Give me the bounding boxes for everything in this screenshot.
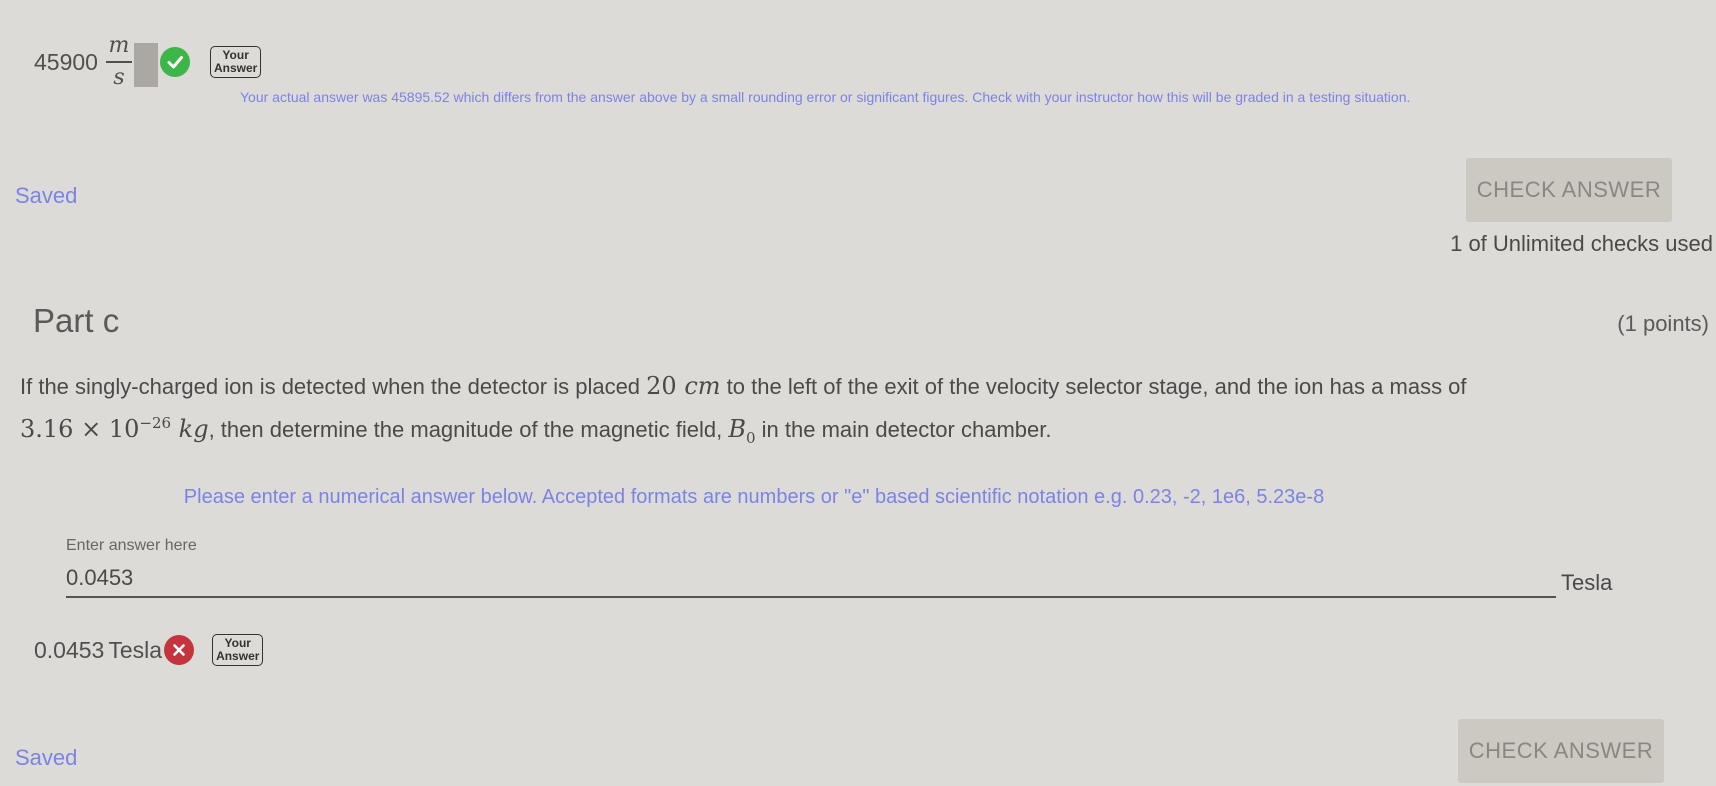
- badge-line2: Answer: [213, 61, 258, 75]
- math-input-cursor: [133, 43, 158, 87]
- x-circle-icon: [164, 635, 195, 665]
- field-symbol: B: [728, 415, 746, 443]
- part-c-title: Part c: [33, 302, 120, 339]
- mass-base: 10: [108, 415, 140, 443]
- rounding-note: Your actual answer was 45895.52 which di…: [240, 89, 1411, 105]
- field-math: B0: [728, 415, 755, 447]
- answer-input[interactable]: [66, 560, 1556, 598]
- mass-times: ×: [81, 415, 102, 443]
- mass-math: 3.16 × 10−26 kg: [20, 414, 209, 443]
- field-subscript: 0: [745, 428, 756, 447]
- partc-saved-status: Saved: [15, 745, 78, 770]
- partb-saved-status: Saved: [15, 183, 78, 208]
- badge-line1: Your: [224, 636, 251, 650]
- checks-used-counter: 1 of Unlimited checks used: [1450, 231, 1713, 256]
- answer-format-hint: Please enter a numerical answer below. A…: [183, 486, 1325, 508]
- cutoff-text: [240, 0, 1640, 2]
- question-text-1: If the singly-charged ion is detected wh…: [20, 374, 647, 399]
- mass-unit: kg: [178, 415, 209, 443]
- unit-numerator: m: [108, 33, 130, 59]
- partc-answer-row: 0.0453 Tesla Your Answer: [34, 630, 264, 670]
- unit-denominator: s: [113, 64, 125, 90]
- partc-submitted-value: 0.0453: [34, 636, 105, 663]
- your-answer-badge[interactable]: Your Answer: [209, 46, 262, 78]
- question-text-2: to the left of the exit of the velocity …: [720, 374, 1467, 399]
- check-circle-icon: [159, 47, 190, 77]
- answer-unit-label: Tesla: [1561, 570, 1613, 595]
- your-answer-badge[interactable]: Your Answer: [212, 634, 264, 666]
- badge-line1: Your: [222, 48, 249, 62]
- answer-input-label: Enter answer here: [66, 537, 197, 554]
- partb-unit-fraction: m s: [105, 33, 132, 90]
- mass-mantissa: 3.16: [20, 415, 74, 443]
- page: 45900 m s Your Answer Your actual answer…: [0, 0, 1716, 786]
- mass-exponent: −26: [139, 414, 172, 432]
- distance-unit: cm: [684, 372, 721, 400]
- question-text-3: , then determine the magnitude of the ma…: [208, 417, 729, 442]
- partc-check-answer-button[interactable]: CHECK ANSWER: [1458, 719, 1664, 783]
- distance-math: 20 cm: [646, 372, 720, 400]
- partb-check-answer-button[interactable]: CHECK ANSWER: [1466, 158, 1672, 222]
- partb-answer-row: 45900 m s Your Answer: [34, 30, 262, 94]
- partb-answer-value: 45900: [34, 48, 98, 75]
- distance-value: 20: [646, 372, 677, 400]
- partc-submitted-unit: Tesla: [108, 636, 163, 663]
- badge-line2: Answer: [216, 649, 260, 663]
- part-c-question: If the singly-charged ion is detected wh…: [20, 368, 1660, 456]
- question-text-4: in the main detector chamber.: [755, 417, 1052, 442]
- part-c-points: (1 points): [1617, 311, 1709, 336]
